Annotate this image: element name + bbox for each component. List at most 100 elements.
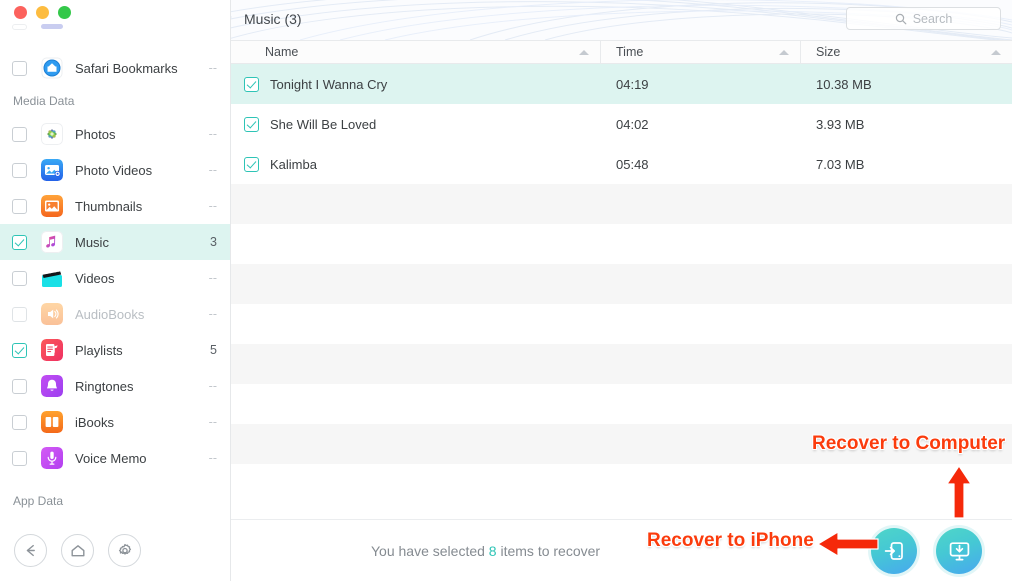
page-title: Music (3) [244, 11, 302, 27]
sidebar-item-audiobooks[interactable]: AudioBooks -- [0, 296, 230, 332]
sidebar-item-videos[interactable]: Videos -- [0, 260, 230, 296]
track-name: She Will Be Loved [270, 116, 377, 132]
safari-bookmarks-icon [41, 57, 63, 79]
ibooks-icon [41, 411, 63, 433]
checkbox-photo-videos[interactable] [12, 162, 27, 178]
photos-icon [41, 123, 63, 145]
column-label: Size [816, 45, 841, 59]
column-header-size[interactable]: Size [801, 41, 1012, 63]
sidebar-item-thumbnails[interactable]: Thumbnails -- [0, 188, 230, 224]
sidebar-item-count: -- [208, 271, 217, 285]
sidebar-item-count: -- [208, 61, 217, 75]
annotation-arrow-up [946, 465, 972, 519]
status-prefix: You have selected [371, 542, 489, 559]
sidebar-list[interactable]: Safari Bookmarks -- Media Data Photos --… [0, 0, 230, 512]
column-label: Name [265, 45, 299, 59]
cell-size: 7.03 MB [816, 156, 865, 172]
videos-icon [41, 267, 63, 289]
checkbox-music[interactable] [12, 234, 27, 250]
column-header-time[interactable]: Time [601, 41, 801, 63]
sidebar-group-label: Media Data [13, 94, 75, 108]
checkbox-thumbnails[interactable] [12, 198, 27, 214]
cell-name: Kalimba [231, 156, 601, 172]
arrow-left-icon [26, 544, 35, 557]
sidebar-group-media-data: Media Data [0, 86, 230, 116]
sidebar-item-safari-bookmarks[interactable]: Safari Bookmarks -- [0, 50, 230, 86]
sidebar-item-count: -- [208, 451, 217, 465]
sidebar-group-label: App Data [13, 494, 64, 508]
row-checkbox[interactable] [244, 116, 259, 132]
annotation-arrow-left [817, 531, 879, 557]
photo-videos-icon [41, 159, 63, 181]
sidebar-item-count: -- [208, 127, 217, 141]
search-placeholder: Search [912, 11, 953, 26]
table-row-empty [231, 304, 1012, 344]
table-row-empty [231, 384, 1012, 424]
playlists-icon [41, 339, 63, 361]
home-icon [71, 544, 84, 556]
sidebar-partial-row [0, 24, 230, 46]
column-header-name[interactable]: Name [231, 41, 601, 63]
column-label: Time [616, 45, 644, 59]
table-row[interactable]: She Will Be Loved 04:02 3.93 MB [231, 104, 1012, 144]
main-header: Music (3) Search [231, 0, 1012, 40]
minimize-icon[interactable] [36, 6, 49, 19]
cell-time: 05:48 [616, 156, 649, 172]
sidebar-item-music[interactable]: Music 3 [0, 224, 230, 260]
table-row-empty [231, 184, 1012, 224]
sidebar-item-label: Playlists [75, 342, 123, 358]
table-row[interactable]: Tonight I Wanna Cry 04:19 10.38 MB [231, 64, 1012, 104]
window-controls [14, 6, 71, 19]
table-body[interactable]: Tonight I Wanna Cry 04:19 10.38 MB She W… [231, 64, 1012, 464]
annotation-recover-to-iphone: Recover to iPhone [647, 530, 814, 551]
cell-size: 3.93 MB [816, 116, 865, 132]
ringtones-icon [41, 375, 63, 397]
sidebar-item-count: 5 [210, 343, 217, 357]
sidebar-item-voice-memo[interactable]: Voice Memo -- [0, 440, 230, 476]
checkbox-safari-bookmarks[interactable] [12, 60, 27, 76]
checkbox-playlists[interactable] [12, 342, 27, 358]
checkbox-ringtones[interactable] [12, 378, 27, 394]
row-checkbox[interactable] [244, 76, 259, 92]
sidebar-item-count: -- [208, 163, 217, 177]
table-row[interactable]: Kalimba 05:48 7.03 MB [231, 144, 1012, 184]
status-text: You have selected 8 items to recover [371, 543, 600, 559]
track-name: Tonight I Wanna Cry [270, 76, 388, 92]
cell-name: Tonight I Wanna Cry [231, 76, 601, 92]
close-icon[interactable] [14, 6, 27, 19]
sidebar-item-playlists[interactable]: Playlists 5 [0, 332, 230, 368]
checkbox-voice-memo[interactable] [12, 450, 27, 466]
home-button[interactable] [61, 534, 94, 567]
track-name: Kalimba [270, 156, 317, 172]
sort-asc-icon [991, 50, 1001, 55]
search-input[interactable]: Search [846, 7, 1001, 30]
gear-icon [118, 543, 131, 555]
checkbox-partial [12, 24, 27, 30]
maximize-icon[interactable] [58, 6, 71, 19]
sidebar: Safari Bookmarks -- Media Data Photos --… [0, 0, 231, 581]
row-checkbox[interactable] [244, 156, 259, 172]
sidebar-item-count: -- [208, 307, 217, 321]
sidebar-item-label: Photo Videos [75, 162, 153, 178]
sidebar-item-ibooks[interactable]: iBooks -- [0, 404, 230, 440]
sidebar-item-label: Videos [75, 270, 115, 286]
recover-to-computer-button[interactable] [936, 528, 982, 574]
table-row-empty [231, 344, 1012, 384]
sidebar-item-photo-videos[interactable]: Photo Videos -- [0, 152, 230, 188]
checkbox-photos[interactable] [12, 126, 27, 142]
settings-button[interactable] [108, 534, 141, 567]
sidebar-item-label: iBooks [75, 414, 115, 430]
sidebar-item-count: -- [208, 379, 217, 393]
checkbox-ibooks[interactable] [12, 414, 27, 430]
partial-icon [41, 24, 63, 29]
sidebar-item-ringtones[interactable]: Ringtones -- [0, 368, 230, 404]
cell-time: 04:02 [616, 116, 649, 132]
checkbox-videos[interactable] [12, 270, 27, 286]
back-button[interactable] [14, 534, 47, 567]
sidebar-item-photos[interactable]: Photos -- [0, 116, 230, 152]
voice-memo-icon [41, 447, 63, 469]
sidebar-item-label: AudioBooks [75, 306, 145, 322]
computer-download-icon [949, 541, 969, 560]
checkbox-audiobooks [12, 306, 27, 322]
sidebar-item-count: -- [208, 415, 217, 429]
